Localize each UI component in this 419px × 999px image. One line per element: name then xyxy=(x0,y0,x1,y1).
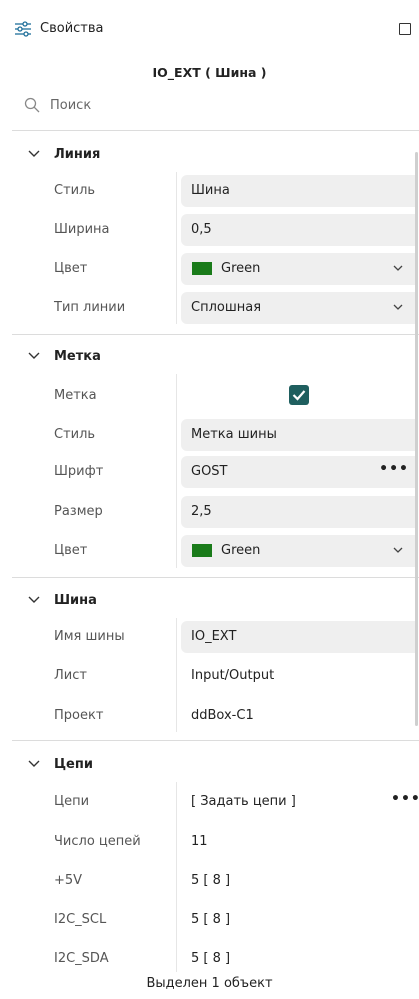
column-separator xyxy=(176,374,177,568)
nets-count-value: 11 xyxy=(191,834,208,849)
label-enabled-checkbox[interactable] xyxy=(289,385,309,405)
chevron-down-icon xyxy=(28,352,40,359)
section-title: Шина xyxy=(54,593,97,608)
nets-label: Цепи xyxy=(54,794,90,809)
chevron-down-icon xyxy=(393,265,403,271)
line-color-select[interactable]: Green xyxy=(181,253,415,285)
line-width-label: Ширина xyxy=(54,222,110,237)
font-label: Шрифт xyxy=(54,464,104,479)
net-item-label: I2C_SDA xyxy=(54,951,109,966)
bus-name-label: Имя шины xyxy=(54,629,125,644)
color-swatch xyxy=(192,262,212,275)
project-label: Проект xyxy=(54,708,104,723)
section-title: Цепи xyxy=(54,757,93,772)
divider xyxy=(12,334,419,335)
label-style-value: Метка шины xyxy=(191,427,277,442)
color-swatch xyxy=(192,544,212,557)
net-item-value: 5 [ 8 ] xyxy=(191,873,231,888)
search-icon xyxy=(24,97,40,113)
line-color-value: Green xyxy=(221,261,261,276)
label-color-label: Цвет xyxy=(54,543,88,558)
bus-name-value: IO_EXT xyxy=(191,629,237,644)
panel-title: Свойства xyxy=(40,21,104,36)
font-value: GOST xyxy=(191,464,228,479)
chevron-down-icon xyxy=(28,760,40,767)
properties-panel: Свойства IO_EXT ( Шина ) Поиск Линия Сти… xyxy=(0,0,419,999)
size-field[interactable]: 2,5 xyxy=(181,496,415,528)
divider xyxy=(12,577,419,578)
line-style-value: Шина xyxy=(191,183,230,198)
size-label: Размер xyxy=(54,504,103,519)
line-type-select[interactable]: Сплошная xyxy=(181,292,415,324)
project-value: ddBox-C1 xyxy=(191,708,254,723)
label-style-label: Стиль xyxy=(54,427,96,442)
maximize-icon[interactable] xyxy=(399,23,411,35)
line-width-field[interactable]: 0,5 xyxy=(181,214,415,246)
nets-set-link[interactable]: [ Задать цепи ] xyxy=(191,793,296,811)
label-style-field[interactable]: Метка шины xyxy=(181,419,415,451)
chevron-down-icon xyxy=(28,596,40,603)
net-item-label: +5V xyxy=(54,873,83,888)
section-title: Линия xyxy=(54,147,101,162)
search-input[interactable]: Поиск xyxy=(50,97,91,115)
section-title: Метка xyxy=(54,349,101,364)
sheet-label: Лист xyxy=(54,668,87,683)
check-icon xyxy=(292,390,306,401)
column-separator xyxy=(176,782,177,972)
net-item-value: 5 [ 8 ] xyxy=(191,912,231,927)
column-separator xyxy=(176,618,177,732)
chevron-down-icon xyxy=(393,304,403,310)
font-field[interactable]: GOST ••• xyxy=(181,456,415,488)
more-icon[interactable]: ••• xyxy=(391,791,419,807)
label-color-value: Green xyxy=(221,543,261,558)
nets-count-label: Число цепей xyxy=(54,834,141,849)
sheet-value: Input/Output xyxy=(191,668,275,683)
scrollbar[interactable] xyxy=(415,152,418,726)
column-separator xyxy=(176,172,177,324)
chevron-down-icon xyxy=(393,547,403,553)
net-item-value: 5 [ 8 ] xyxy=(191,951,231,966)
size-value: 2,5 xyxy=(191,504,212,519)
more-icon[interactable]: ••• xyxy=(379,461,409,477)
line-type-value: Сплошная xyxy=(191,300,262,315)
object-title: IO_EXT ( Шина ) xyxy=(152,65,267,80)
status-bar: Выделен 1 объект xyxy=(146,976,273,991)
line-type-label: Тип линии xyxy=(54,300,126,315)
net-item-label: I2C_SCL xyxy=(54,912,107,927)
bus-name-field[interactable]: IO_EXT xyxy=(181,621,415,653)
divider xyxy=(12,130,419,131)
label-color-select[interactable]: Green xyxy=(181,535,415,567)
divider xyxy=(12,740,419,741)
label-enabled-label: Метка xyxy=(54,388,97,403)
panel-header: Свойства xyxy=(0,0,419,54)
chevron-down-icon xyxy=(28,150,40,157)
line-width-value: 0,5 xyxy=(191,222,212,237)
line-color-label: Цвет xyxy=(54,261,88,276)
properties-sliders-icon xyxy=(15,21,31,37)
line-style-label: Стиль xyxy=(54,183,96,198)
line-style-field[interactable]: Шина xyxy=(181,175,415,207)
